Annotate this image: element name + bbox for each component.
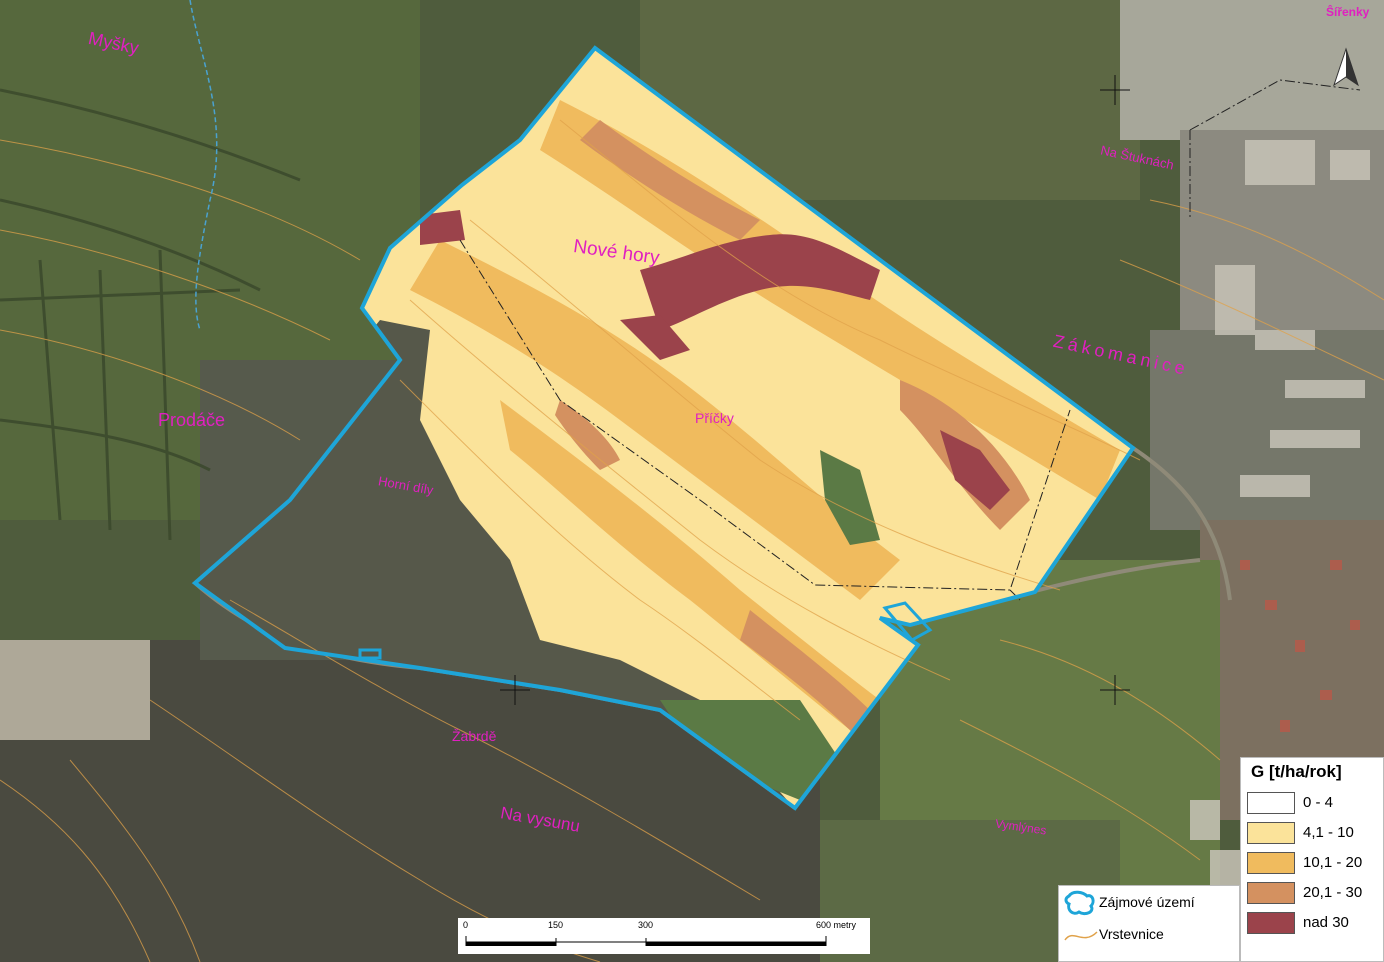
legend-area-label: Zájmové území [1099,894,1195,910]
place-label-sirenky: Ŝířenky [1326,5,1370,19]
scale-tick-300: 300 [638,920,654,930]
legend-class-label: nad 30 [1303,914,1349,931]
legend-class-row: 20,1 - 30 [1241,878,1383,908]
place-label-prodace: Prodáče [158,410,226,430]
area-outline-icon [1064,890,1095,916]
scale-tick-0: 0 [463,920,469,930]
place-label-pricky: Příčky [695,410,734,426]
north-arrow-icon [1333,47,1359,87]
legend-swatch [1247,912,1295,934]
legend-title: G [t/ha/rok] [1251,762,1342,781]
legend-class-row: nad 30 [1241,908,1383,938]
legend-swatch [1247,822,1295,844]
scale-bar: 0 150 300 600 metry [458,918,870,954]
legend-class-row: 0 - 4 [1241,788,1383,818]
legend-swatch [1247,852,1295,874]
legend-swatch [1247,792,1295,814]
legend-class-row: 4,1 - 10 [1241,818,1383,848]
legend-swatch [1247,882,1295,904]
legend-class-label: 0 - 4 [1303,794,1334,811]
scale-tick-150: 150 [548,920,564,930]
map-canvas[interactable] [0,0,1384,962]
legend-class-label: 4,1 - 10 [1303,824,1354,841]
contour-line-icon [1064,931,1098,941]
place-label-zabrde: Žabrdě [452,728,497,744]
legend-erosion: G [t/ha/rok] 0 - 4 4,1 - 10 10,1 - 20 20… [1240,757,1384,962]
legend-class-label: 10,1 - 20 [1303,854,1363,871]
legend-row-area: Zájmové území [1059,886,1239,918]
legend-class-row: 10,1 - 20 [1241,848,1383,878]
legend-class-label: 20,1 - 30 [1303,884,1363,901]
legend-boundary: Zájmové území Vrstevnice [1058,885,1240,962]
legend-contour-label: Vrstevnice [1099,926,1164,942]
legend-row-contour: Vrstevnice [1059,918,1239,950]
scale-tick-600: 600 metry [816,920,857,930]
